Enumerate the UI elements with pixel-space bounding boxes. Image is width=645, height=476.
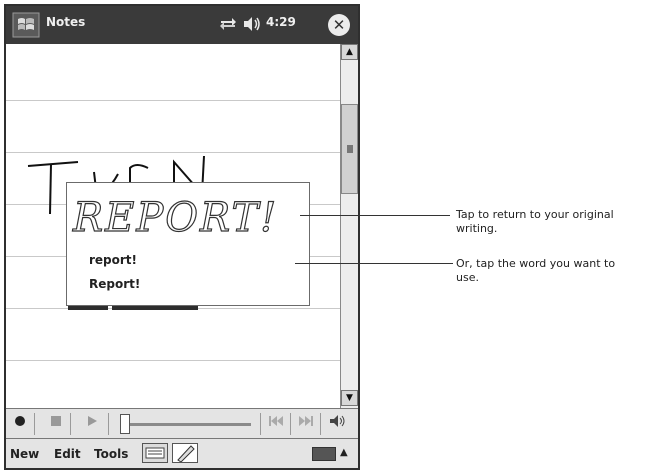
callout-choose-word: Or, tap the word you want to use. [456, 257, 616, 284]
menu-new[interactable]: New [10, 447, 39, 461]
device-screen: Notes 4:29 ✕ ▲ ▼ REPORT! report! Report!… [4, 4, 360, 470]
callout-line [300, 215, 450, 216]
alternates-popup: REPORT! report! Report! [66, 182, 310, 306]
skip-forward-icon[interactable] [296, 414, 316, 433]
volume-icon[interactable] [328, 414, 348, 433]
divider [290, 413, 291, 435]
callout-line [295, 263, 453, 264]
sync-icon[interactable] [219, 16, 237, 36]
divider [70, 413, 71, 435]
app-title: Notes [46, 15, 86, 29]
speaker-icon[interactable] [242, 16, 262, 36]
start-flag-icon[interactable] [12, 12, 40, 38]
handwriting-text: REPORT! [72, 195, 278, 241]
skip-back-icon[interactable] [266, 414, 286, 433]
scrollbar-thumb[interactable] [341, 104, 358, 194]
original-writing[interactable]: REPORT! [67, 183, 311, 243]
grip-icon [347, 145, 353, 153]
menu-edit[interactable]: Edit [54, 447, 81, 461]
divider [108, 413, 109, 435]
close-button[interactable]: ✕ [328, 14, 350, 36]
scroll-up-icon[interactable]: ▲ [341, 44, 358, 60]
divider [260, 413, 261, 435]
stop-icon[interactable] [46, 414, 66, 433]
clock: 4:29 [266, 15, 296, 29]
input-panel-icon[interactable] [312, 447, 336, 461]
command-bar: New Edit Tools ▲ [6, 438, 358, 468]
divider [34, 413, 35, 435]
vertical-scrollbar[interactable]: ▲ ▼ [340, 44, 358, 408]
divider [320, 413, 321, 435]
pen-icon[interactable] [172, 443, 198, 463]
recording-toolbar [6, 408, 358, 438]
record-icon[interactable] [10, 414, 30, 433]
alternate-word[interactable]: report! [89, 253, 137, 267]
scroll-down-icon[interactable]: ▼ [341, 390, 358, 406]
title-bar: Notes 4:29 ✕ [6, 6, 358, 44]
playback-track [126, 423, 251, 426]
callout-original-writing: Tap to return to your original writing. [456, 208, 614, 235]
menu-tools[interactable]: Tools [94, 447, 128, 461]
playback-slider-thumb[interactable] [120, 414, 130, 434]
chevron-up-icon[interactable]: ▲ [340, 447, 348, 458]
keyboard-icon[interactable] [142, 443, 168, 463]
alternate-word[interactable]: Report! [89, 277, 140, 291]
play-icon[interactable] [82, 414, 102, 433]
